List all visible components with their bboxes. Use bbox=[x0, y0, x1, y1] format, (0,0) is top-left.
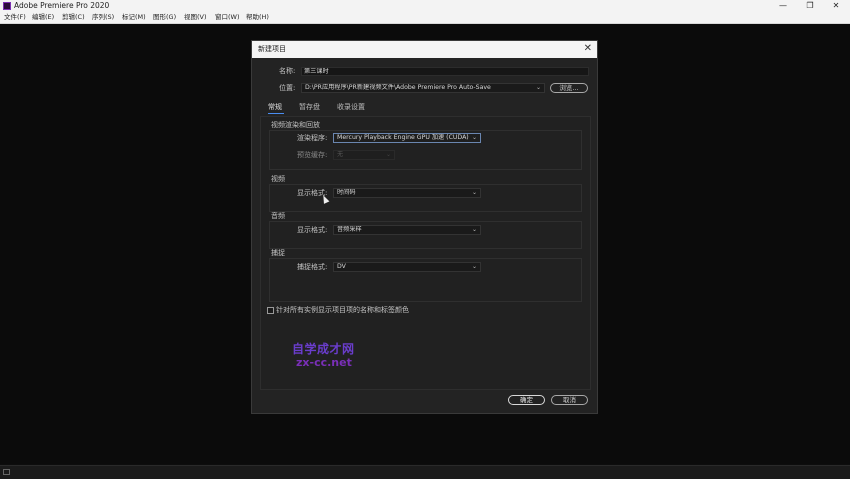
watermark-line2: zx-cc.net bbox=[296, 356, 352, 369]
minimize-button[interactable]: — bbox=[770, 0, 796, 12]
capture-format-dropdown[interactable]: DV ⌄ bbox=[333, 262, 481, 272]
audio-display-format-label: 显示格式: bbox=[297, 226, 328, 234]
ok-button[interactable]: 确定 bbox=[508, 395, 545, 405]
video-group-title: 视频 bbox=[271, 175, 285, 183]
location-value: D:\PR应用程序\PR新建视频文件\Adobe Premiere Pro Au… bbox=[305, 84, 491, 91]
chevron-down-icon: ⌄ bbox=[385, 151, 391, 158]
cancel-button[interactable]: 取消 bbox=[551, 395, 588, 405]
dialog-title: 新建项目 bbox=[258, 45, 286, 53]
renderer-dropdown[interactable]: Mercury Playback Engine GPU 加速 (CUDA) ⌄ bbox=[333, 133, 481, 143]
browse-button[interactable]: 浏览... bbox=[550, 83, 588, 93]
location-dropdown[interactable]: D:\PR应用程序\PR新建视频文件\Adobe Premiere Pro Au… bbox=[301, 83, 545, 93]
general-tab-panel: 视频渲染和回放 渲染程序: Mercury Playback Engine GP… bbox=[260, 116, 591, 390]
audio-group-title: 音频 bbox=[271, 212, 285, 220]
menu-clip[interactable]: 剪辑(C) bbox=[62, 12, 85, 23]
capture-format-label: 捕捉格式: bbox=[297, 263, 328, 271]
name-label: 名称: bbox=[279, 67, 296, 75]
location-label: 位置: bbox=[279, 84, 296, 92]
video-display-format-value: 时间码 bbox=[337, 189, 356, 196]
menu-view[interactable]: 视图(V) bbox=[184, 12, 207, 23]
tab-general[interactable]: 常规 bbox=[268, 103, 282, 112]
preview-cache-value: 无 bbox=[337, 151, 344, 158]
close-window-button[interactable]: ✕ bbox=[823, 0, 849, 12]
tab-ingest-settings[interactable]: 收录设置 bbox=[337, 103, 365, 112]
chevron-down-icon: ⌄ bbox=[535, 84, 541, 91]
menu-help[interactable]: 帮助(H) bbox=[246, 12, 269, 23]
watermark-line1: 自学成才网 bbox=[292, 342, 355, 356]
maximize-button[interactable]: ❐ bbox=[797, 0, 823, 12]
chevron-down-icon: ⌄ bbox=[471, 226, 477, 233]
project-name-input[interactable]: 第三课时 bbox=[301, 67, 589, 76]
dialog-close-icon[interactable]: ✕ bbox=[584, 43, 592, 55]
tab-scratch-disks[interactable]: 暂存盘 bbox=[299, 103, 320, 112]
chevron-down-icon: ⌄ bbox=[471, 189, 477, 196]
menu-graphics[interactable]: 图形(G) bbox=[153, 12, 176, 23]
window-titlebar: Adobe Premiere Pro 2020 — ❐ ✕ bbox=[0, 0, 850, 12]
video-display-format-dropdown[interactable]: 时间码 ⌄ bbox=[333, 188, 481, 198]
preview-cache-dropdown: 无 ⌄ bbox=[333, 150, 395, 160]
video-group: 显示格式: 时间码 ⌄ bbox=[269, 184, 582, 212]
renderer-label: 渲染程序: bbox=[297, 134, 328, 142]
menu-file[interactable]: 文件(F) bbox=[4, 12, 26, 23]
premiere-app-icon bbox=[3, 2, 11, 10]
active-tab-indicator bbox=[268, 113, 284, 114]
menu-sequence[interactable]: 序列(S) bbox=[92, 12, 114, 23]
window-title: Adobe Premiere Pro 2020 bbox=[14, 1, 110, 10]
chevron-down-icon: ⌄ bbox=[471, 263, 477, 270]
preview-cache-label: 预览缓存: bbox=[297, 151, 328, 159]
audio-display-format-value: 音频采样 bbox=[337, 226, 362, 233]
new-project-dialog: 新建项目 ✕ 名称: 第三课时 位置: D:\PR应用程序\PR新建视频文件\A… bbox=[251, 40, 598, 414]
capture-format-value: DV bbox=[337, 263, 346, 270]
audio-group: 显示格式: 音频采样 ⌄ bbox=[269, 221, 582, 249]
chevron-down-icon: ⌄ bbox=[471, 134, 477, 141]
status-icon bbox=[3, 469, 10, 475]
menu-edit[interactable]: 编辑(E) bbox=[32, 12, 54, 23]
dialog-titlebar: 新建项目 ✕ bbox=[252, 41, 597, 58]
menu-window[interactable]: 窗口(W) bbox=[215, 12, 240, 23]
render-group: 渲染程序: Mercury Playback Engine GPU 加速 (CU… bbox=[269, 130, 582, 170]
renderer-value: Mercury Playback Engine GPU 加速 (CUDA) bbox=[337, 134, 469, 141]
render-group-title: 视频渲染和回放 bbox=[271, 121, 320, 129]
audio-display-format-dropdown[interactable]: 音频采样 ⌄ bbox=[333, 225, 481, 235]
menu-markers[interactable]: 标记(M) bbox=[122, 12, 146, 23]
menubar: 文件(F) 编辑(E) 剪辑(C) 序列(S) 标记(M) 图形(G) 视图(V… bbox=[0, 12, 850, 24]
capture-group-title: 捕捉 bbox=[271, 249, 285, 257]
show-label-colors-checkbox[interactable] bbox=[267, 307, 274, 314]
capture-group: 捕捉格式: DV ⌄ bbox=[269, 258, 582, 302]
statusbar bbox=[0, 465, 850, 479]
show-label-colors-label: 针对所有实例显示项目项的名称和标签颜色 bbox=[276, 306, 409, 314]
